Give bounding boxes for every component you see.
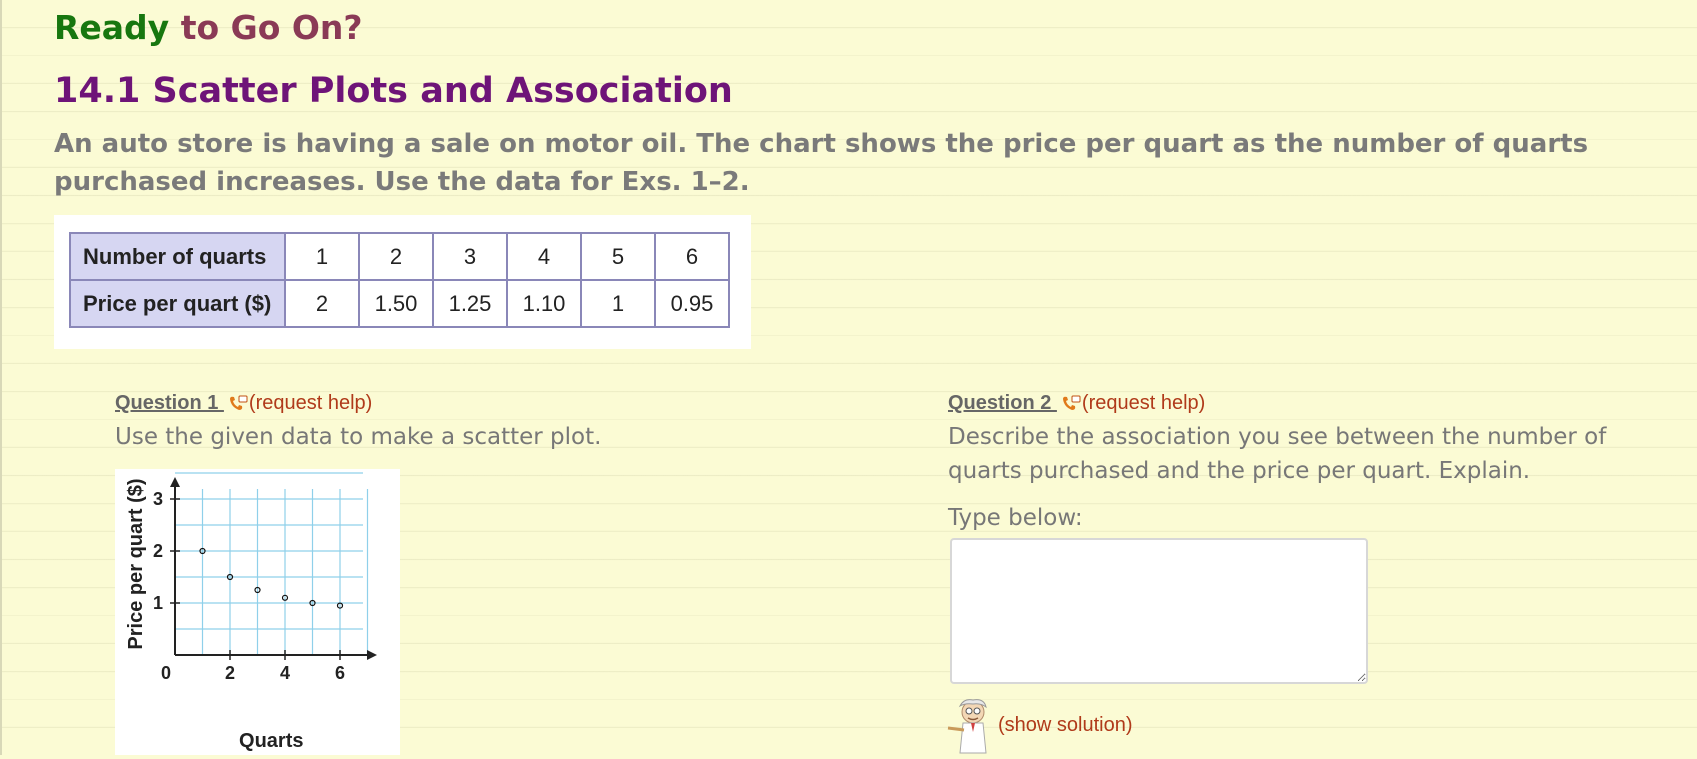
x-tick-label: 0 xyxy=(161,663,171,683)
table-cell: 4 xyxy=(506,232,582,281)
question-2-text: Describe the association you see between… xyxy=(948,424,1607,484)
y-tick-label: 3 xyxy=(153,489,163,509)
table-cell: 1.25 xyxy=(432,279,508,328)
question-2-label: Question 2 xyxy=(948,392,1057,414)
scatter-plot-svg: 0 2 4 6 1 2 3 Quarts Price per quart ($) xyxy=(125,472,377,752)
question-1-label: Question 1 xyxy=(115,392,224,414)
show-solution-link[interactable]: (show solution) xyxy=(998,714,1133,737)
question-1-header: Question 1 (request help) xyxy=(115,392,372,415)
type-below-label: Type below: xyxy=(948,505,1083,531)
y-axis-label: Price per quart ($) xyxy=(125,478,147,649)
y-tick-label: 2 xyxy=(153,541,163,561)
x-tick-label: 2 xyxy=(225,663,235,683)
question-1-text: Use the given data to make a scatter plo… xyxy=(115,424,602,450)
phone-help-icon[interactable] xyxy=(1061,394,1081,410)
x-axis-label: Quarts xyxy=(239,730,303,752)
request-help-link-1[interactable]: (request help) xyxy=(249,392,372,414)
data-table: Number of quarts 1 2 3 4 5 6 Price per q… xyxy=(69,232,730,328)
table-cell: 1 xyxy=(284,232,360,281)
x-axis-arrow xyxy=(367,650,377,660)
plot-axes xyxy=(170,477,377,660)
table-cell: 2 xyxy=(358,232,434,281)
title-rest: to Go On? xyxy=(169,8,363,47)
table-cell: 0.95 xyxy=(654,279,730,328)
y-axis-arrow xyxy=(170,477,180,487)
plot-points xyxy=(199,547,344,609)
page-title: Ready to Go On? xyxy=(54,8,363,47)
section-title: 14.1 Scatter Plots and Association xyxy=(54,71,733,111)
table-cell: 3 xyxy=(432,232,508,281)
title-ready: Ready xyxy=(54,8,170,47)
table-cell: 5 xyxy=(580,232,656,281)
table-cell: 2 xyxy=(284,279,360,328)
table-cell: 1 xyxy=(580,279,656,328)
x-tick-label: 6 xyxy=(335,663,345,683)
answer-textarea[interactable] xyxy=(950,538,1368,684)
table-cell: 1.50 xyxy=(358,279,434,328)
table-row: Price per quart ($) 2 1.50 1.25 1.10 1 0… xyxy=(69,279,730,328)
request-help-link-2[interactable]: (request help) xyxy=(1082,392,1205,414)
row-header-price: Price per quart ($) xyxy=(69,279,286,328)
question-2-header: Question 2 (request help) xyxy=(948,392,1205,415)
intro-text: An auto store is having a sale on motor … xyxy=(54,129,1589,197)
row-header-quarts: Number of quarts xyxy=(69,232,286,281)
scatter-plot: 0 2 4 6 1 2 3 Quarts Price per quart ($) xyxy=(115,469,400,755)
data-table-image: Number of quarts 1 2 3 4 5 6 Price per q… xyxy=(54,215,751,349)
plot-grid xyxy=(175,472,369,655)
phone-help-icon[interactable] xyxy=(228,394,248,410)
table-cell: 1.10 xyxy=(506,279,582,328)
professor-icon xyxy=(946,698,996,755)
x-tick-label: 4 xyxy=(280,663,290,683)
table-cell: 6 xyxy=(654,232,730,281)
y-tick-label: 1 xyxy=(153,593,163,613)
plot-ticks: 0 2 4 6 1 2 3 xyxy=(153,489,345,683)
table-row: Number of quarts 1 2 3 4 5 6 xyxy=(69,232,730,281)
